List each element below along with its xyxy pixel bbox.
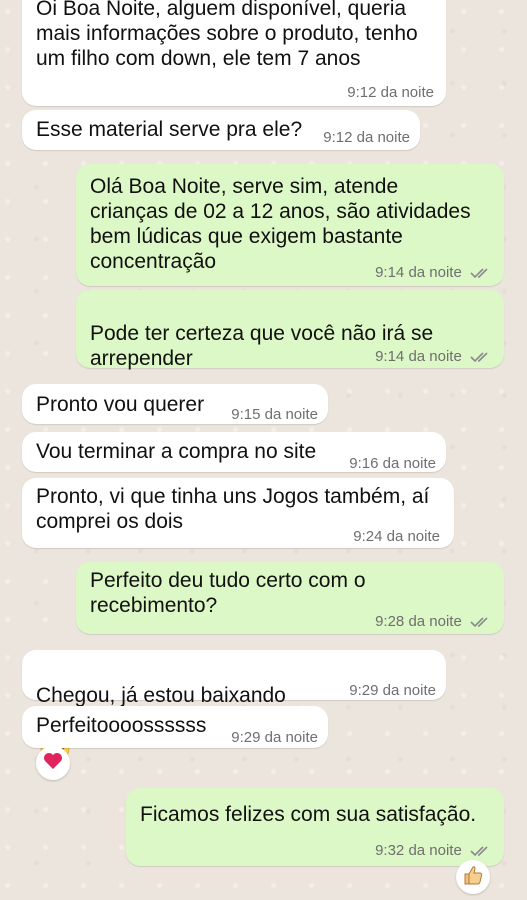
message-timestamp: 9:12 da noite <box>347 84 434 101</box>
message-bubble-incoming[interactable]: Pronto, vi que tinha uns Jogos também, a… <box>22 478 454 548</box>
message-timestamp: 9:14 da noite <box>375 260 492 285</box>
timestamp-text: 9:28 da noite <box>375 613 462 630</box>
message-bubble-incoming[interactable]: Esse material serve pra ele? 9:12 da noi… <box>22 110 420 150</box>
message-text: Vou terminar a compra no site <box>36 440 317 463</box>
message-timestamp: 9:15 da noite <box>231 406 318 423</box>
message-timestamp: 9:29 da noite <box>231 729 318 746</box>
thumbs-up-icon <box>462 864 484 891</box>
message-timestamp: 9:16 da noite <box>349 455 436 472</box>
message-bubble-outgoing[interactable]: Olá Boa Noite, serve sim, atende criança… <box>76 164 504 286</box>
message-text: Esse material serve pra ele? <box>36 118 303 141</box>
double-check-icon <box>470 616 492 628</box>
heart-reaction[interactable] <box>36 746 70 780</box>
message-timestamp: 9:14 da noite <box>375 344 492 369</box>
message-text: Ficamos felizes com sua satisfação. <box>140 803 477 826</box>
timestamp-text: 9:14 da noite <box>375 348 462 365</box>
message-bubble-incoming[interactable]: Oi Boa Noite, alguem disponível, queria … <box>22 0 446 106</box>
message-bubble-incoming[interactable]: Chegou, já estou baixando 9:29 da noite <box>22 650 446 763</box>
message-bubble-incoming[interactable]: Pronto vou querer 9:15 da noite <box>22 384 328 424</box>
heart-icon <box>43 752 63 775</box>
message-text: Perfeito deu tudo certo com o recebiment… <box>90 569 366 617</box>
timestamp-text: 9:14 da noite <box>375 264 462 281</box>
thumbs-up-reaction[interactable] <box>456 860 490 894</box>
message-text: Perfeitoooossssss <box>36 714 207 737</box>
message-bubble-outgoing[interactable]: Ficamos felizes com sua satisfação. 9:32… <box>126 788 504 866</box>
message-bubble-outgoing[interactable]: Perfeito deu tudo certo com o recebiment… <box>76 562 504 634</box>
timestamp-text: 9:32 da noite <box>375 842 462 859</box>
message-text-content: Chegou, já estou baixando <box>36 684 286 707</box>
message-text: Oi Boa Noite, alguem disponível, queria … <box>36 0 418 70</box>
message-bubble-outgoing[interactable]: Pode ter certeza que você não irá se arr… <box>76 290 504 424</box>
message-timestamp: 9:12 da noite <box>323 129 410 146</box>
double-check-icon <box>470 351 492 363</box>
message-timestamp: 9:24 da noite <box>353 528 440 545</box>
message-text: Olá Boa Noite, serve sim, atende criança… <box>90 175 471 273</box>
double-check-icon <box>470 267 492 279</box>
message-bubble-incoming[interactable]: Vou terminar a compra no site 9:16 da no… <box>22 432 446 472</box>
message-timestamp: 9:28 da noite <box>375 609 492 634</box>
message-bubble-incoming[interactable]: Perfeitoooossssss 9:29 da noite <box>22 706 328 748</box>
message-text: Pronto vou querer <box>36 393 205 416</box>
message-timestamp: 9:29 da noite <box>349 682 436 699</box>
double-check-icon <box>470 845 492 857</box>
